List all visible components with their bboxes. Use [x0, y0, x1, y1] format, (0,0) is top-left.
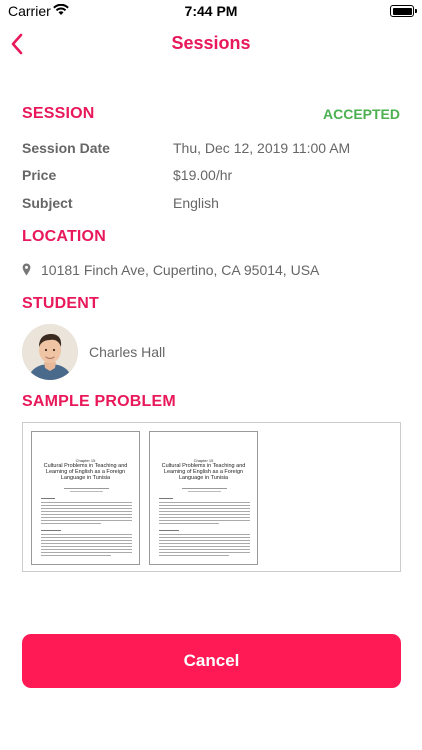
avatar[interactable]	[22, 324, 78, 380]
clock: 7:44 PM	[184, 3, 238, 19]
sample-problem-gallery: Chapter 15 Cultural Problems in Teaching…	[22, 422, 401, 572]
map-pin-icon	[22, 263, 31, 281]
sample-problem-header: SAMPLE PROBLEM	[22, 393, 176, 410]
student-name[interactable]: Charles Hall	[89, 344, 165, 360]
navigation-bar: Sessions	[0, 22, 422, 66]
status-badge: ACCEPTED	[322, 106, 400, 122]
document-title: Cultural Problems in Teaching and Learni…	[161, 463, 246, 481]
document-thumbnail[interactable]: Chapter 15 Cultural Problems in Teaching…	[31, 431, 140, 565]
document-thumbnail[interactable]: Chapter 15 Cultural Problems in Teaching…	[149, 431, 258, 565]
subject-label: Subject	[22, 195, 73, 211]
document-title: Cultural Problems in Teaching and Learni…	[43, 463, 128, 481]
status-bar: Carrier 7:44 PM	[0, 0, 422, 22]
price-value: $19.00/hr	[173, 167, 233, 183]
cancel-button[interactable]: Cancel	[22, 634, 401, 688]
battery-icon	[390, 5, 417, 17]
page-title: Sessions	[171, 33, 251, 53]
student-header: STUDENT	[22, 295, 99, 312]
subject-value: English	[173, 195, 219, 211]
price-label: Price	[22, 167, 57, 183]
session-date-label: Session Date	[22, 140, 110, 156]
session-header: SESSION	[22, 105, 95, 122]
location-header: LOCATION	[22, 228, 106, 245]
location-address: 10181 Finch Ave, Cupertino, CA 95014, US…	[41, 262, 320, 278]
session-date-value: Thu, Dec 12, 2019 11:00 AM	[173, 140, 351, 156]
